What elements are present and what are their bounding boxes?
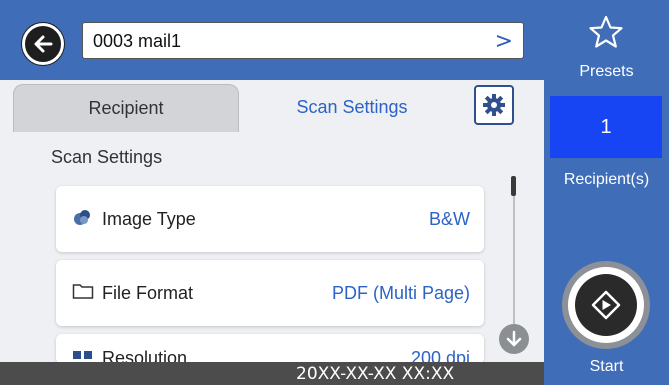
tab-recipient[interactable]: Recipient <box>13 84 239 132</box>
folder-icon <box>72 284 94 299</box>
arrow-down-icon <box>506 330 522 347</box>
back-arrow-icon <box>34 35 53 53</box>
datetime: 20XX-XX-XX XX:XX <box>296 364 455 384</box>
start-diamond-icon <box>591 290 621 320</box>
status-bar: 20XX-XX-XX XX:XX <box>0 362 544 385</box>
recipient-label: Recipient(s) <box>563 171 650 188</box>
recipient-count-button[interactable]: 1 <box>550 96 662 158</box>
settings-gear-button[interactable] <box>474 85 514 125</box>
back-button[interactable] <box>22 23 64 65</box>
setting-resolution[interactable]: Resolution 200 dpi <box>56 334 484 364</box>
setting-value: B&W <box>428 209 470 229</box>
side-panel: Presets 1 Recipient(s) Start <box>544 0 669 385</box>
setting-value: PDF (Multi Page) <box>331 283 470 303</box>
presets-label: Presets <box>579 63 634 80</box>
main-panel: 0003 mail1 > Recipient Scan Settings Sca… <box>0 0 544 385</box>
setting-image-type[interactable]: Image Type B&W <box>56 186 484 252</box>
scroll-down-button[interactable] <box>499 324 529 354</box>
setting-file-format[interactable]: File Format PDF (Multi Page) <box>56 260 484 326</box>
presets-button[interactable]: Presets <box>544 0 669 84</box>
tab-scan-settings[interactable]: Scan Settings <box>244 84 460 132</box>
top-bar: 0003 mail1 > <box>0 0 544 80</box>
star-icon <box>589 15 623 48</box>
setting-label: Image Type <box>102 209 196 229</box>
setting-label: File Format <box>102 283 194 303</box>
gear-icon <box>483 94 505 116</box>
subject-field[interactable]: 0003 mail1 > <box>82 22 524 59</box>
section-title: Scan Settings <box>51 147 163 167</box>
subject-value: 0003 mail1 <box>93 31 182 51</box>
color-drop-icon <box>74 210 90 225</box>
scrollbar-thumb[interactable] <box>511 176 516 196</box>
chevron-right-icon: > <box>494 29 513 54</box>
start-button[interactable] <box>562 261 650 349</box>
scrollbar-track[interactable] <box>513 178 515 324</box>
start-label: Start <box>589 358 624 375</box>
